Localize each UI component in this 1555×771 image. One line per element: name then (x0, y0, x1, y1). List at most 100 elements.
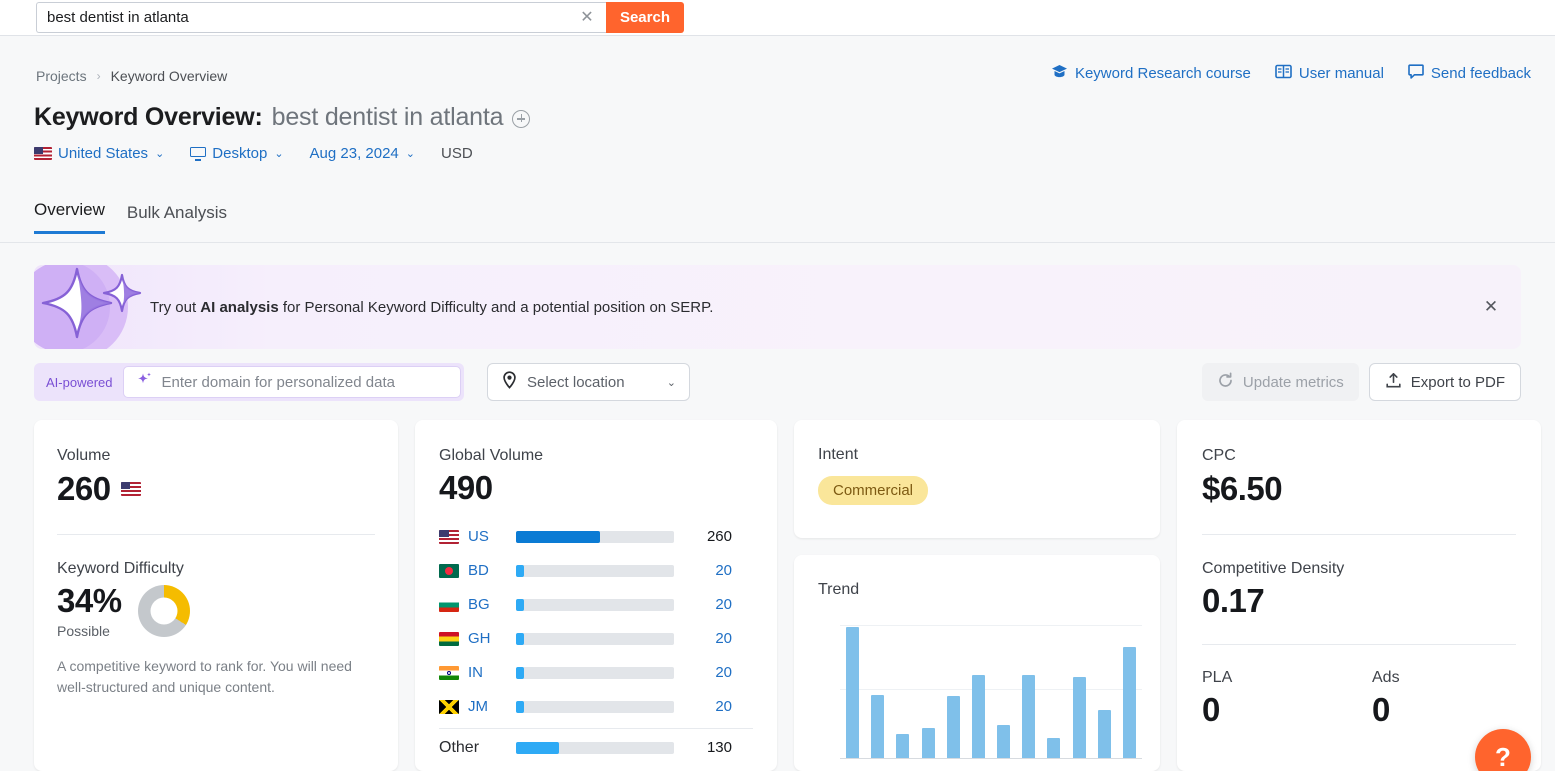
global-volume-row[interactable]: BG 20 (439, 588, 753, 622)
breadcrumb-separator-icon: › (96, 69, 101, 83)
ads-value: 0 (1372, 691, 1390, 729)
page-title-keyword: best dentist in atlanta (271, 103, 504, 131)
trend-bar[interactable] (871, 695, 885, 758)
volume-bar-track (516, 598, 674, 611)
toolbar-actions: Update metrics Export to PDF (1201, 363, 1521, 401)
keyword-difficulty-status: Possible (57, 623, 110, 640)
trend-bar[interactable] (921, 727, 935, 758)
metrics-toolbar: AI-powered Enter domain for personalized… (34, 363, 1521, 401)
cpc-label: CPC (1202, 447, 1236, 464)
keyword-research-course-label: Keyword Research course (1074, 65, 1251, 82)
volume-bar-fill (516, 741, 559, 754)
export-pdf-label: Export to PDF (1410, 373, 1505, 391)
trend-label: Trend (818, 581, 860, 598)
intent-badge[interactable]: Commercial (818, 476, 929, 505)
keyword-research-course-link[interactable]: Keyword Research course (1051, 64, 1251, 83)
volume-bar-track (516, 632, 674, 645)
book-icon (1275, 64, 1292, 83)
location-select[interactable]: Select location ⌄ (487, 363, 690, 401)
country-volume-value: 20 (715, 596, 732, 614)
keyword-overview-page: best dentist in atlanta ✕ Search Project… (0, 0, 1555, 771)
device-filter[interactable]: Desktop ⌄ (190, 145, 284, 162)
us-flag-icon (34, 147, 52, 160)
tab-bulk-analysis[interactable]: Bulk Analysis (127, 203, 227, 234)
global-volume-row[interactable]: US 260 (439, 520, 753, 554)
speech-bubble-icon (1408, 64, 1424, 83)
global-volume-row[interactable]: BD 20 (439, 554, 753, 588)
page-title: Keyword Overview: best dentist in atlant… (34, 103, 531, 132)
add-to-list-icon[interactable] (512, 110, 531, 128)
trend-bar[interactable] (1072, 676, 1086, 758)
search-form: best dentist in atlanta ✕ Search (36, 2, 684, 33)
update-metrics-button[interactable]: Update metrics (1201, 363, 1359, 401)
keyword-difficulty-value: 34% (57, 581, 122, 619)
trend-bar-chart (840, 627, 1142, 759)
trend-gridline (840, 625, 1142, 626)
trend-bar[interactable] (946, 696, 960, 758)
volume-value: 260 (57, 470, 111, 507)
country-code-link[interactable]: GH (468, 630, 516, 647)
tabs-divider (0, 242, 1555, 243)
date-filter[interactable]: Aug 23, 2024 ⌄ (310, 145, 415, 162)
bg-flag-icon (439, 597, 459, 612)
country-code-link[interactable]: US (468, 528, 516, 545)
search-button[interactable]: Search (605, 2, 684, 33)
country-code-link[interactable]: BG (468, 596, 516, 613)
global-volume-row[interactable]: IN 20 (439, 656, 753, 690)
country-filter[interactable]: United States ⌄ (34, 145, 164, 162)
trend-bar-slot[interactable] (865, 627, 890, 758)
tab-overview[interactable]: Overview (34, 200, 105, 234)
volume-bar-fill (516, 632, 524, 645)
volume-bar-fill (516, 598, 524, 611)
trend-bar[interactable] (846, 627, 860, 758)
breadcrumb-projects[interactable]: Projects (36, 68, 87, 84)
domain-input[interactable]: Enter domain for personalized data (123, 366, 462, 398)
ads-label: Ads (1372, 669, 1400, 687)
volume-bar-fill (516, 700, 524, 713)
trend-bar-slot[interactable] (991, 627, 1016, 758)
ai-analysis-banner: Try out AI analysis for Personal Keyword… (34, 265, 1521, 349)
us-flag-icon (120, 482, 141, 497)
pla-metric: PLA 0 (1202, 669, 1372, 728)
country-code-link[interactable]: BD (468, 562, 516, 579)
competitive-density-value: 0.17 (1202, 581, 1265, 619)
refresh-icon (1217, 371, 1234, 393)
volume-bar-track (516, 700, 674, 713)
trend-bar-slot[interactable] (1067, 627, 1092, 758)
trend-bar[interactable] (997, 725, 1011, 758)
close-icon[interactable]: ✕ (1481, 297, 1501, 317)
global-volume-row[interactable]: GH 20 (439, 622, 753, 656)
trend-bar-slot[interactable] (1041, 627, 1066, 758)
trend-bar-slot[interactable] (941, 627, 966, 758)
trend-bar-slot[interactable] (1117, 627, 1142, 758)
help-button[interactable]: ? (1475, 729, 1531, 771)
country-code-link[interactable]: JM (468, 698, 516, 715)
trend-bar-slot[interactable] (916, 627, 941, 758)
trend-bar[interactable] (1122, 646, 1136, 758)
country-volume-value: 20 (715, 630, 732, 648)
keyword-difficulty-description: A competitive keyword to rank for. You w… (57, 658, 352, 695)
global-volume-row[interactable]: JM 20 (439, 690, 753, 724)
trend-bar-slot[interactable] (1016, 627, 1041, 758)
send-feedback-link[interactable]: Send feedback (1408, 64, 1531, 83)
country-code-link[interactable]: IN (468, 664, 516, 681)
trend-bar[interactable] (971, 675, 985, 758)
sparkles-icon (34, 255, 164, 359)
trend-bar[interactable] (1022, 675, 1036, 758)
clear-icon[interactable]: ✕ (578, 9, 596, 27)
trend-bar[interactable] (896, 734, 910, 758)
volume-label: Volume (57, 447, 111, 464)
trend-bar-slot[interactable] (966, 627, 991, 758)
trend-bar[interactable] (1047, 738, 1061, 758)
volume-bar-fill (516, 530, 600, 543)
user-manual-link[interactable]: User manual (1275, 64, 1384, 83)
trend-bar[interactable] (1097, 709, 1111, 758)
export-pdf-button[interactable]: Export to PDF (1368, 363, 1521, 401)
cpc-value: $6.50 (1202, 470, 1283, 507)
ads-metric: Ads 0 (1372, 669, 1400, 728)
volume-bar-track (516, 741, 674, 754)
search-input[interactable]: best dentist in atlanta ✕ (36, 2, 606, 33)
trend-bar-slot[interactable] (890, 627, 915, 758)
trend-bar-slot[interactable] (1092, 627, 1117, 758)
trend-bar-slot[interactable] (840, 627, 865, 758)
